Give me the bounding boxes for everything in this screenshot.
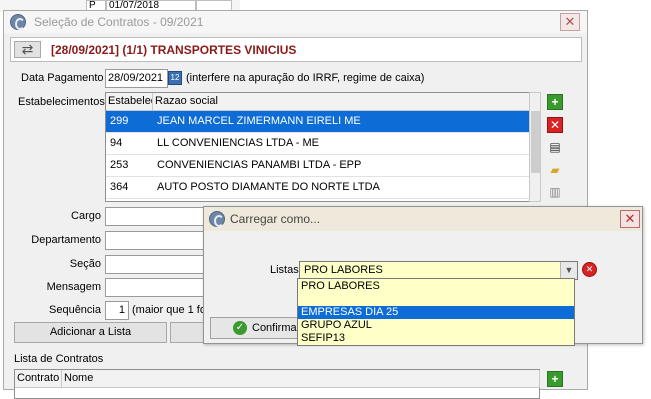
sequencia-label: Sequência (49, 304, 101, 316)
add-icon[interactable]: + (547, 94, 563, 110)
title-bar[interactable]: Seleção de Contratos - 09/2021 ✕ (4, 11, 587, 33)
secao-input[interactable] (105, 255, 215, 274)
cargo-label: Cargo (71, 210, 101, 222)
column-header-razao-social[interactable]: Razao social (153, 93, 529, 111)
swap-arrows-icon[interactable]: ⇄ (14, 41, 41, 58)
check-icon: ✓ (233, 321, 247, 335)
row-name: JEAN MARCEL ZIMERMANN EIRELI ME (157, 115, 361, 127)
table-row[interactable]: 364 AUTO POSTO DIAMANTE DO NORTE LTDA (106, 177, 529, 199)
grid-vertical-scrollbar[interactable] (529, 92, 541, 202)
row-name: LL CONVENIENCIAS LTDA - ME (157, 137, 319, 149)
dropdown-option[interactable]: SEFIP13 (298, 332, 574, 345)
establishments-grid[interactable]: Estabelecimento Razao social 299 JEAN MA… (105, 92, 530, 202)
company-header-text: [28/09/2021] (1/1) TRANSPORTES VINICIUS (51, 43, 297, 57)
overlay-title: Carregar como... (230, 212, 321, 226)
save-icon[interactable]: ▤ (547, 140, 563, 156)
secao-label: Seção (69, 258, 101, 270)
dropdown-option[interactable]: PRO LABORES (298, 280, 574, 293)
data-pagamento-input[interactable]: 28/09/2021 (105, 69, 168, 88)
row-code: 364 (110, 181, 129, 193)
confirm-button[interactable]: ✓ Confirmar (210, 317, 300, 339)
dropdown-option[interactable]: GRUPO AZUL (298, 319, 574, 332)
trash-icon[interactable]: ▥ (547, 185, 563, 201)
departamento-input[interactable] (105, 231, 215, 250)
listas-label: Listas (270, 264, 299, 276)
data-pagamento-label: Data Pagamento (21, 72, 104, 84)
app-logo-icon (10, 14, 26, 30)
add-contract-icon[interactable]: + (547, 371, 563, 387)
estabelecimentos-label: Estabelecimentos (18, 96, 105, 108)
row-code: 94 (110, 137, 123, 149)
table-row[interactable]: 299 JEAN MARCEL ZIMERMANN EIRELI ME (106, 111, 529, 133)
app-logo-icon (209, 211, 225, 227)
contracts-grid[interactable]: Contrato Nome (14, 369, 540, 399)
departamento-label: Departamento (31, 234, 101, 246)
clear-icon[interactable]: ✕ (582, 262, 597, 277)
chevron-down-icon[interactable]: ▼ (560, 262, 577, 279)
remove-icon[interactable]: ✕ (547, 117, 563, 133)
lista-de-contratos-label: Lista de Contratos (14, 353, 104, 365)
row-name: AUTO POSTO DIAMANTE DO NORTE LTDA (157, 181, 380, 193)
dropdown-option[interactable] (298, 293, 574, 306)
table-row[interactable]: 94 LL CONVENIENCIAS LTDA - ME (106, 133, 529, 155)
combobox-value: PRO LABORES (304, 264, 383, 276)
confirm-label: Confirmar (252, 322, 301, 334)
row-code: 299 (110, 115, 129, 127)
overlay-close-button[interactable]: ✕ (620, 210, 640, 228)
dropdown-option-selected[interactable]: EMPRESAS DIA 25 (298, 306, 574, 319)
row-code: 253 (110, 159, 129, 171)
close-button[interactable]: ✕ (560, 13, 580, 31)
sequencia-note: (maior que 1 fo (132, 304, 206, 316)
open-folder-icon[interactable]: ▰ (547, 163, 563, 179)
column-header-contrato[interactable]: Contrato (15, 370, 62, 388)
cargo-input[interactable] (105, 207, 215, 226)
overlay-title-bar[interactable]: Carregar como... ✕ (204, 207, 642, 231)
company-header: ⇄ [28/09/2021] (1/1) TRANSPORTES VINICIU… (10, 37, 582, 62)
mensagem-label: Mensagem (46, 281, 101, 293)
scrollbar-thumb[interactable] (531, 111, 540, 173)
table-row[interactable]: 253 CONVENIENCIAS PANAMBI LTDA - EPP (106, 155, 529, 177)
row-name: CONVENIENCIAS PANAMBI LTDA - EPP (157, 159, 362, 171)
listas-dropdown[interactable]: PRO LABORES EMPRESAS DIA 25 GRUPO AZUL S… (297, 278, 575, 346)
adicionar-a-lista-button[interactable]: Adicionar a Lista (14, 322, 167, 343)
column-header-nome[interactable]: Nome (62, 370, 540, 388)
sequencia-input[interactable]: 1 (105, 301, 129, 320)
calendar-icon[interactable]: 12 (168, 71, 182, 85)
mensagem-input[interactable] (105, 278, 215, 297)
window-title: Seleção de Contratos - 09/2021 (34, 15, 204, 29)
column-header-estabelecimento[interactable]: Estabelecimento (106, 93, 153, 111)
irrf-note: (interfere na apuração do IRRF, regime d… (186, 72, 425, 84)
